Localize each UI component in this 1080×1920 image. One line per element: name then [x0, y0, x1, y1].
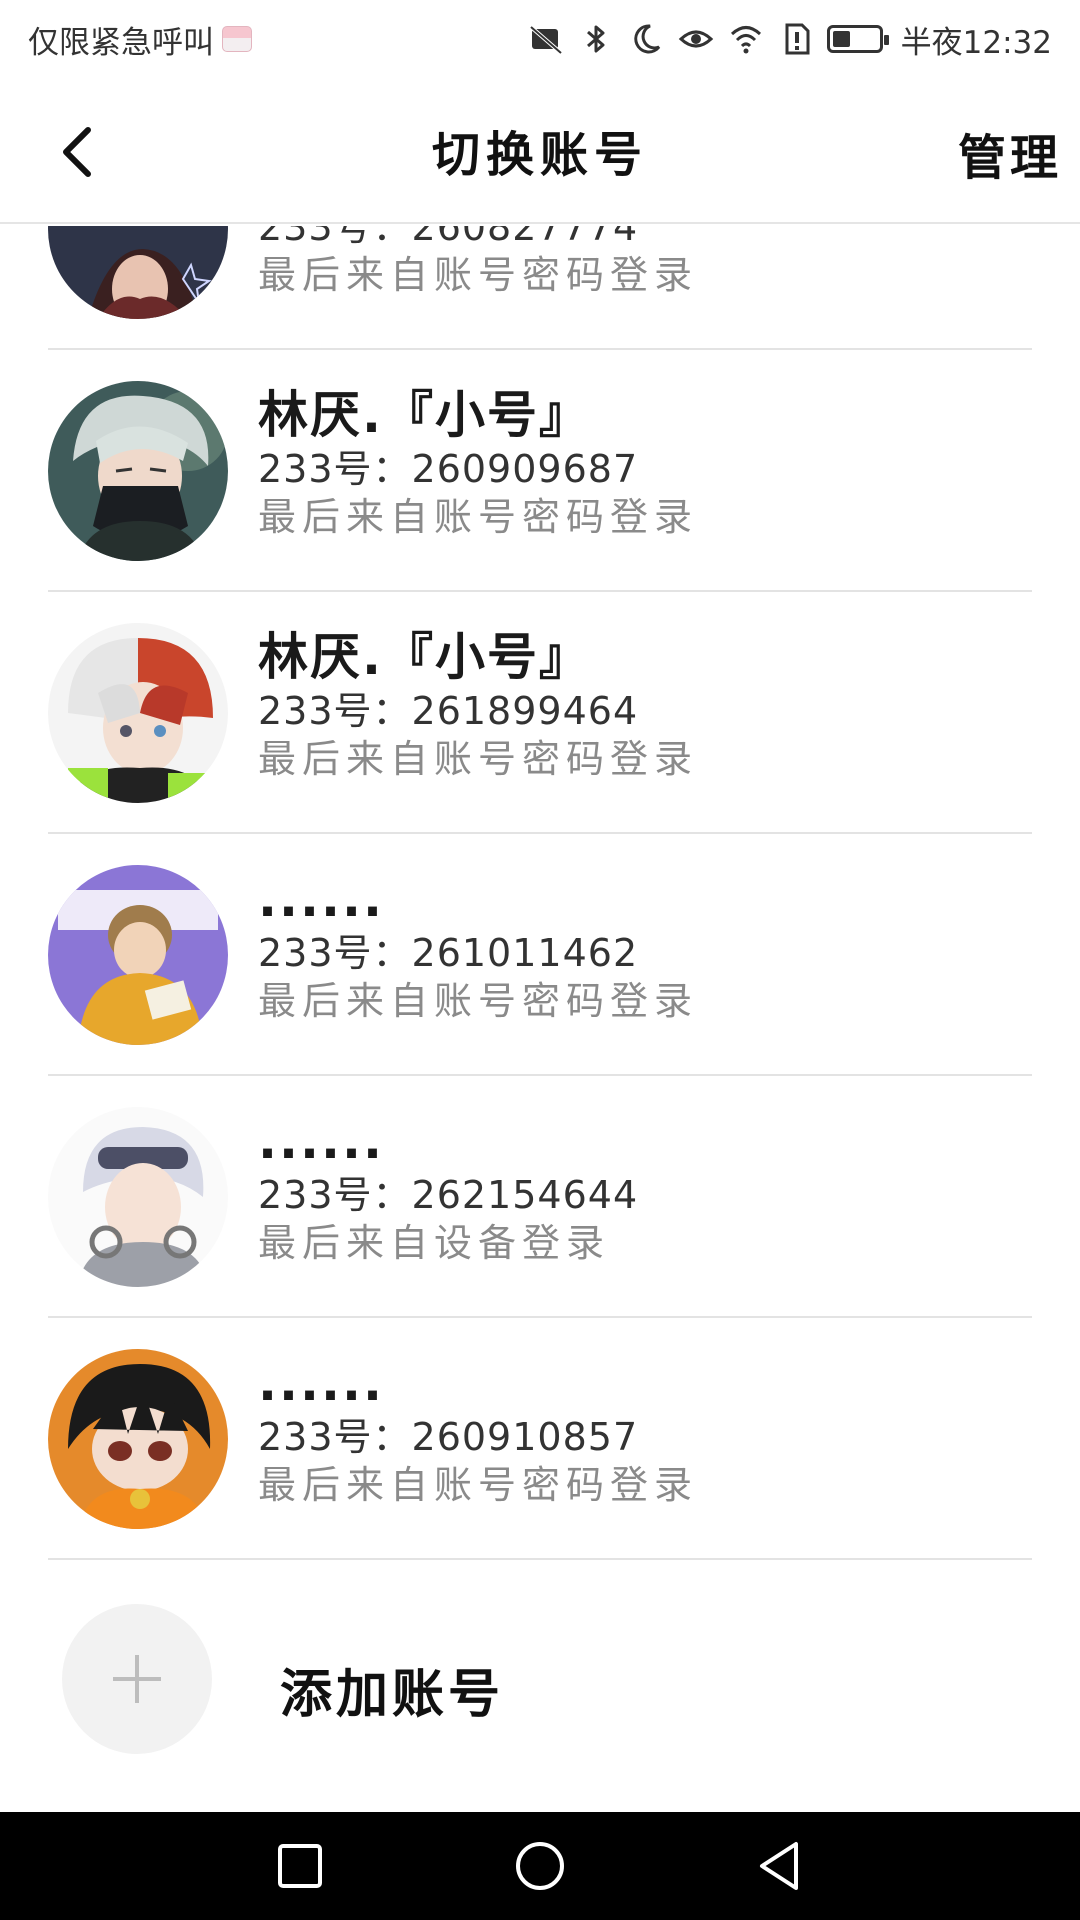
- account-login-status: 最后来自账号密码登录: [258, 737, 699, 781]
- account-name: 林厌.『小号』: [258, 386, 591, 444]
- battery-icon: [826, 25, 889, 53]
- status-time: 半夜12:32: [900, 24, 1052, 61]
- navigation-bar: [0, 1812, 1080, 1920]
- account-login-status: 最后来自账号密码登录: [258, 495, 699, 539]
- account-item[interactable]: 233号：260827774 最后来自账号密码登录: [48, 226, 1032, 350]
- status-left: 仅限紧急呼叫: [28, 17, 252, 62]
- account-id: 233号：260910857: [258, 1415, 639, 1459]
- eye-icon: [677, 20, 715, 58]
- sim-card-icon: [222, 26, 252, 52]
- carrier-text: 仅限紧急呼叫: [28, 24, 214, 61]
- screen: 仅限紧急呼叫 半夜12:32 切换账号 管理 233号：260827774 最后…: [0, 0, 1080, 1920]
- account-text: 林厌.『小号』 233号：260909687 最后来自账号密码登录: [258, 384, 1018, 542]
- account-id: 233号：262154644: [258, 1173, 639, 1217]
- chevron-left-icon: [63, 127, 91, 177]
- avatar: [48, 1349, 228, 1529]
- account-id: 233号：260827774: [258, 226, 639, 249]
- account-login-status: 最后来自账号密码登录: [258, 253, 699, 297]
- account-id: 233号：261899464: [258, 689, 639, 733]
- add-account-label: 添加账号: [280, 1665, 505, 1725]
- account-login-status: 最后来自设备登录: [258, 1221, 611, 1265]
- account-name: ......: [258, 870, 384, 928]
- account-name: ......: [258, 1354, 384, 1412]
- recent-apps-button[interactable]: [260, 1826, 340, 1906]
- add-account-button[interactable]: 添加账号: [48, 1586, 1032, 1796]
- recent-apps-icon: [278, 1844, 322, 1888]
- avatar: [48, 623, 228, 803]
- account-text: ...... 233号：262154644 最后来自设备登录: [258, 1110, 1018, 1268]
- title-bar: 切换账号 管理: [0, 78, 1080, 224]
- page-title: 切换账号: [431, 127, 648, 183]
- account-text: 林厌.『小号』 233号：261899464 最后来自账号密码登录: [258, 626, 1018, 784]
- avatar: [48, 865, 228, 1045]
- account-login-status: 最后来自账号密码登录: [258, 979, 699, 1023]
- account-text: ...... 233号：260910857 最后来自账号密码登录: [258, 1352, 1018, 1510]
- wifi-icon: [727, 20, 765, 58]
- back-button[interactable]: [40, 114, 116, 190]
- battery-level: [832, 31, 851, 47]
- manage-button[interactable]: 管理: [958, 118, 1062, 188]
- plus-icon: [113, 1655, 161, 1703]
- nav-back-button[interactable]: [740, 1826, 820, 1906]
- account-list[interactable]: 233号：260827774 最后来自账号密码登录 林厌.『小号』 233号：2…: [0, 226, 1080, 1810]
- back-icon: [760, 1842, 798, 1890]
- add-account-circle: [62, 1604, 212, 1754]
- no-sim-icon: [527, 20, 565, 58]
- account-name: 林厌.『小号』: [258, 628, 591, 686]
- status-bar: 仅限紧急呼叫 半夜12:32: [0, 0, 1080, 78]
- account-name: ......: [258, 1112, 384, 1170]
- account-text: 233号：260827774 最后来自账号密码登录: [258, 226, 1018, 300]
- account-item[interactable]: 林厌.『小号』 233号：260909687 最后来自账号密码登录: [48, 350, 1032, 592]
- alert-icon: [777, 20, 815, 58]
- bluetooth-icon: [577, 20, 615, 58]
- home-icon: [516, 1842, 564, 1890]
- account-item[interactable]: 林厌.『小号』 233号：261899464 最后来自账号密码登录: [48, 592, 1032, 834]
- account-id: 233号：261011462: [258, 931, 639, 975]
- avatar: [48, 1107, 228, 1287]
- account-id: 233号：260909687: [258, 447, 639, 491]
- account-item[interactable]: ...... 233号：260910857 最后来自账号密码登录: [48, 1318, 1032, 1560]
- moon-icon: [627, 20, 665, 58]
- account-item[interactable]: ...... 233号：261011462 最后来自账号密码登录: [48, 834, 1032, 1076]
- account-login-status: 最后来自账号密码登录: [258, 1463, 699, 1507]
- home-button[interactable]: [500, 1826, 580, 1906]
- avatar: [48, 226, 228, 319]
- status-right: 半夜12:32: [527, 17, 1052, 62]
- avatar: [48, 381, 228, 561]
- account-text: ...... 233号：261011462 最后来自账号密码登录: [258, 868, 1018, 1026]
- account-item[interactable]: ...... 233号：262154644 最后来自设备登录: [48, 1076, 1032, 1318]
